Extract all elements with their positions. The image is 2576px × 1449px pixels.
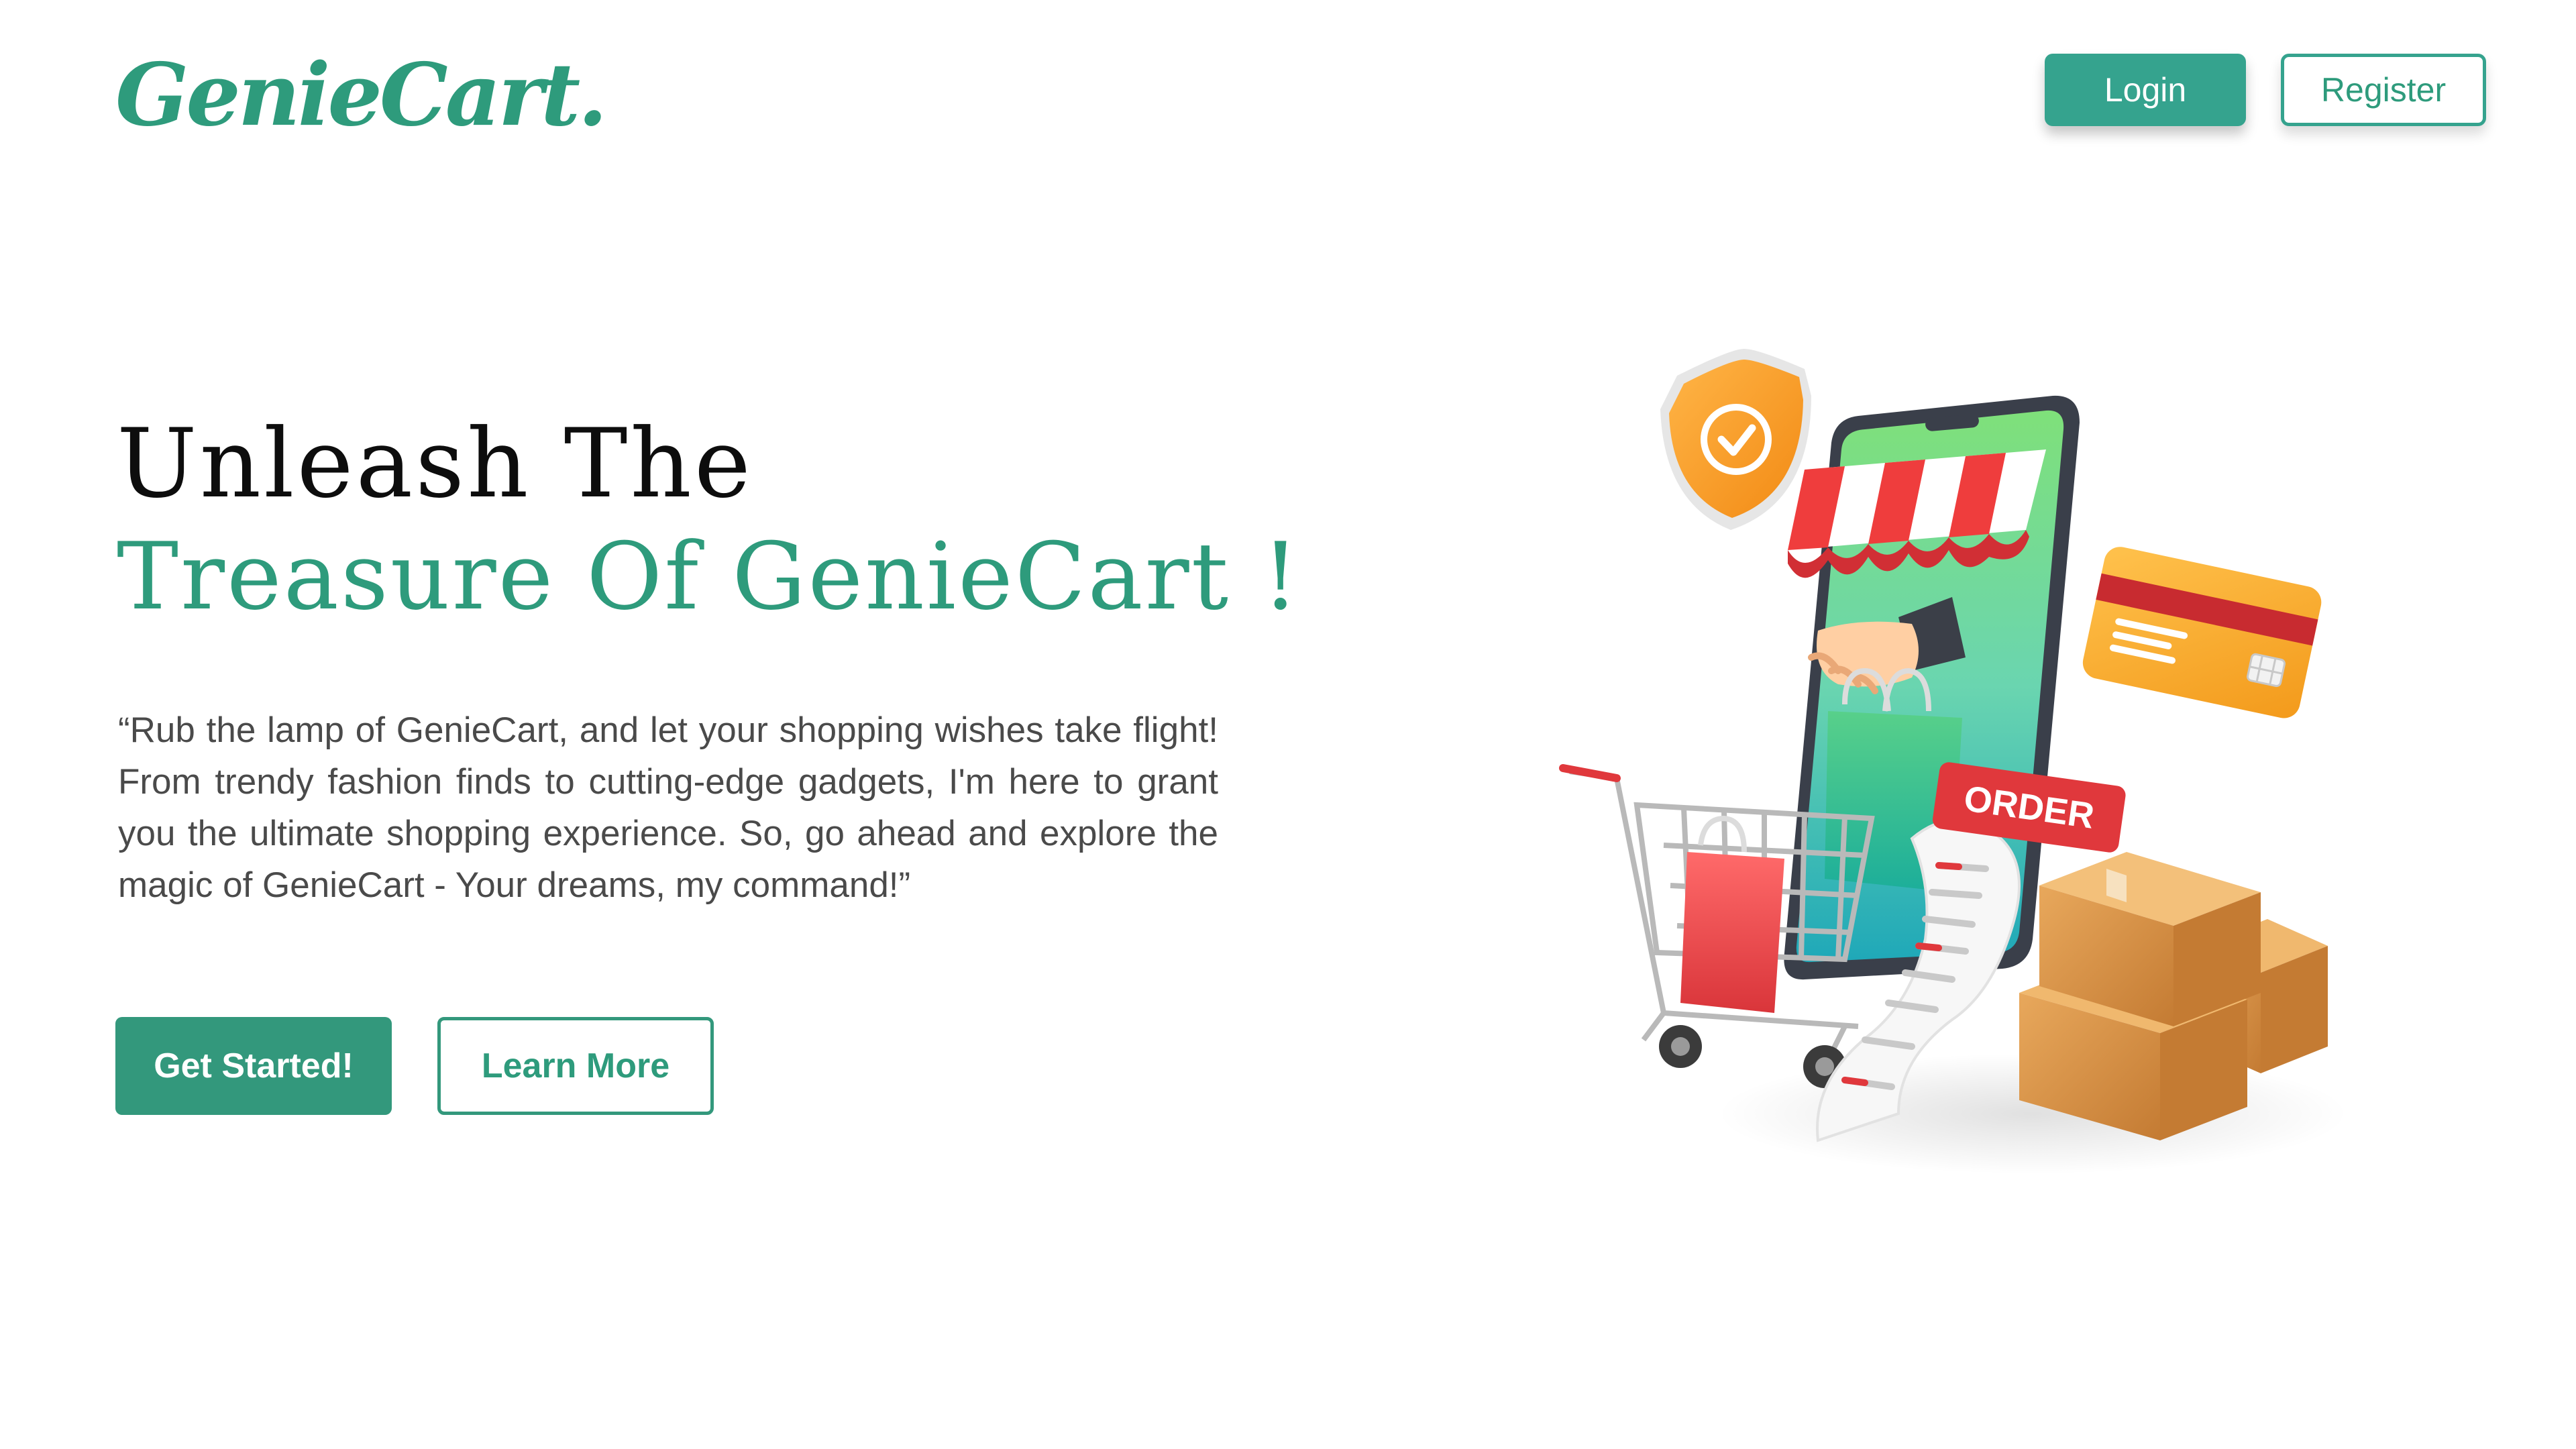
hero-headline-line2: Treasure Of GenieCart !: [117, 523, 1301, 631]
register-button[interactable]: Register: [2281, 54, 2486, 126]
login-button[interactable]: Login: [2045, 54, 2246, 126]
store-awning: [1788, 449, 2046, 578]
cart-wheels: [1659, 1025, 1846, 1088]
hero-headline-line1: Unleash The: [117, 409, 753, 519]
get-started-button[interactable]: Get Started!: [115, 1017, 392, 1115]
shopping-illustration: ORDER: [1523, 335, 2395, 1208]
hero-tagline: “Rub the lamp of GenieCart, and let your…: [118, 710, 1218, 905]
landing-page: GenieCart. Login Register Unleash The Tr…: [0, 0, 2576, 1449]
credit-card: [2082, 547, 2322, 718]
shield-check-icon: [1660, 349, 1811, 530]
logo[interactable]: GenieCart.: [115, 42, 608, 149]
learn-more-button[interactable]: Learn More: [437, 1017, 714, 1115]
